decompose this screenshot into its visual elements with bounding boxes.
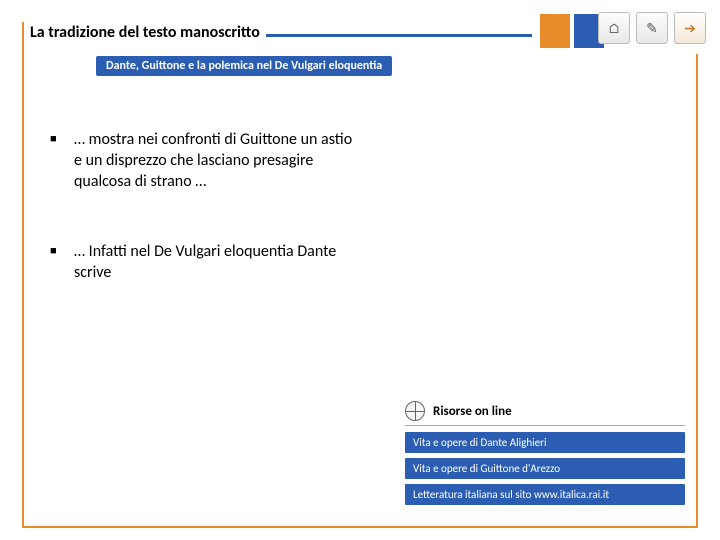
home-icon[interactable]: ⌂ (598, 12, 630, 44)
bullet-list: … mostra nei confronti di Guittone un as… (50, 130, 360, 284)
resources-panel: Risorse on line Vita e opere di Dante Al… (405, 399, 685, 510)
bullet-item: … mostra nei confronti di Guittone un as… (50, 130, 360, 192)
globe-icon (405, 401, 425, 421)
title-box: La tradizione del testo manoscritto (30, 23, 266, 42)
page-title: La tradizione del testo manoscritto (30, 23, 260, 42)
top-icons: ⌂ ✎ ➔ (598, 12, 706, 44)
slide: La tradizione del testo manoscritto ⌂ ✎ … (0, 0, 720, 540)
note-icon[interactable]: ✎ (636, 12, 668, 44)
arrow-icon[interactable]: ➔ (674, 12, 706, 44)
block-orange (540, 14, 570, 48)
resource-link[interactable]: Vita e opere di Guittone d'Arezzo (405, 458, 685, 479)
color-blocks (540, 14, 604, 48)
resources-header: Risorse on line (405, 399, 685, 426)
resources-title: Risorse on line (433, 404, 512, 419)
resource-link[interactable]: Vita e opere di Dante Alighieri (405, 432, 685, 453)
content: … mostra nei confronti di Guittone un as… (50, 130, 360, 334)
frame-border-right (696, 54, 698, 528)
bullet-item: … Infatti nel De Vulgari eloquentia Dant… (50, 242, 360, 284)
resource-link[interactable]: Letteratura italiana sul sito www.italic… (405, 484, 685, 505)
subtitle: Dante, Guittone e la polemica nel De Vul… (96, 56, 392, 76)
